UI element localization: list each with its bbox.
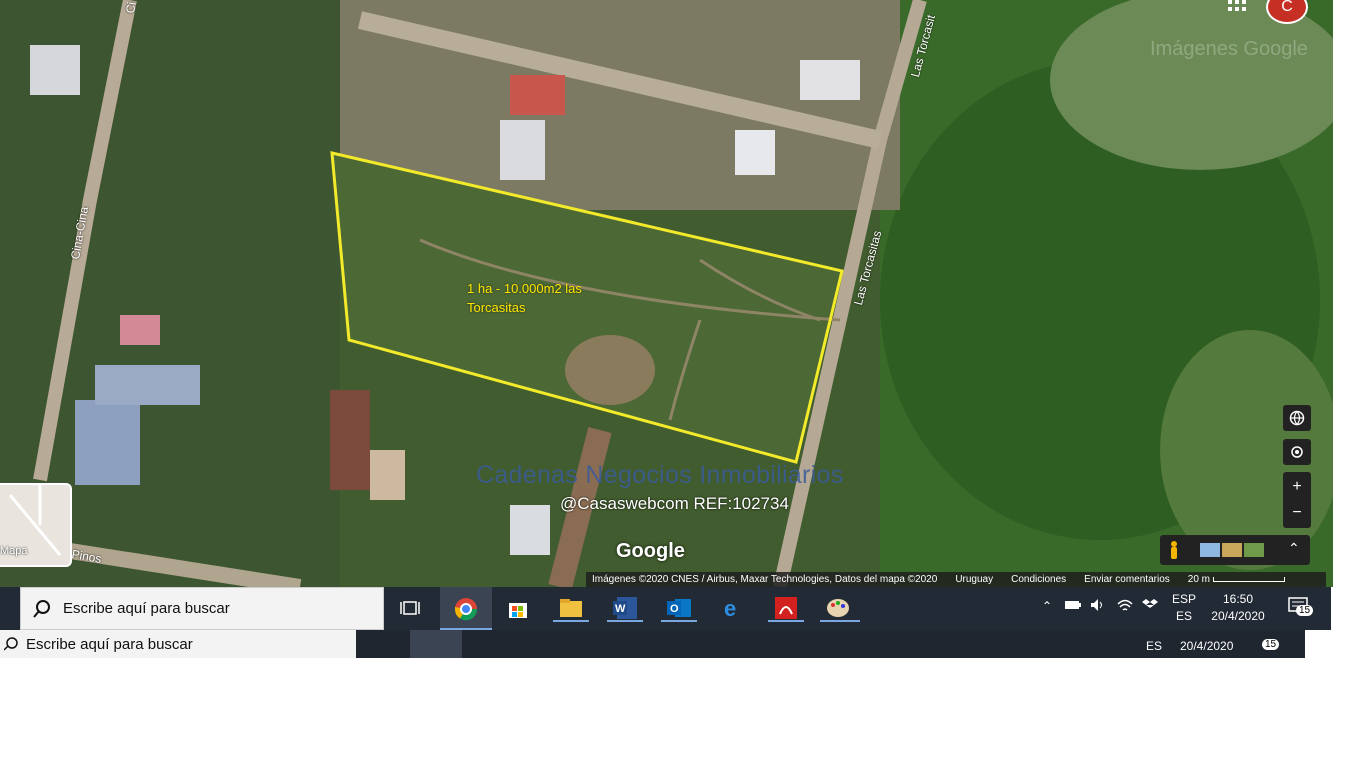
active-indicator: [820, 620, 860, 622]
start-area[interactable]: [0, 587, 20, 630]
svg-text:O: O: [670, 603, 679, 615]
chrome-icon[interactable]: [440, 587, 492, 630]
pegman-icon[interactable]: [1168, 540, 1180, 560]
ghost-date: 20/4/2020: [1180, 639, 1234, 653]
watermark-ref: @Casaswebcom REF:102734: [560, 494, 789, 513]
paint-icon[interactable]: [820, 594, 860, 622]
battery-icon[interactable]: [1064, 599, 1082, 614]
satellite-map[interactable]: Imágenes Google Ci Cina-Cina Las Torcasi…: [0, 0, 1333, 587]
zoom-out-button[interactable]: −: [1292, 500, 1301, 526]
ghost-search-icon: [4, 637, 18, 651]
photo-thumb[interactable]: [1222, 543, 1242, 557]
ghost-search-placeholder: Escribe aquí para buscar: [26, 635, 193, 653]
active-indicator: [768, 620, 804, 622]
ghost-search: Escribe aquí para buscar: [0, 630, 356, 658]
map-layer-toggle[interactable]: Mapa: [0, 483, 72, 567]
ghost-lang: ES: [1146, 639, 1163, 653]
svg-text:W: W: [615, 603, 626, 615]
scale-bar: 20 m: [1188, 572, 1285, 587]
watermark-company: Cadenas Negocios Inmobiliarios: [476, 461, 844, 489]
search-placeholder: Escribe aquí para buscar: [63, 600, 230, 617]
ghost-watermark: Imágenes Google: [1150, 38, 1308, 60]
ghost-notifications-icon: 15: [1262, 636, 1280, 650]
active-indicator: [607, 620, 643, 622]
word-icon[interactable]: W: [607, 594, 643, 622]
volume-icon[interactable]: [1090, 598, 1106, 615]
task-view-icon[interactable]: [392, 594, 428, 622]
active-indicator: [553, 620, 589, 622]
feedback-link[interactable]: Enviar comentarios: [1084, 572, 1170, 587]
file-explorer-icon[interactable]: [553, 594, 589, 622]
store-icon[interactable]: [500, 594, 536, 622]
globe-icon[interactable]: [1283, 405, 1311, 431]
window-edge: [1333, 0, 1366, 587]
zoom-in-button[interactable]: +: [1292, 474, 1301, 500]
ghost-chrome-tab: [410, 630, 462, 658]
street-label-top-left: Ci: [123, 0, 139, 15]
wifi-icon[interactable]: [1117, 598, 1133, 615]
terms-link[interactable]: Condiciones: [1011, 572, 1066, 587]
active-indicator: [661, 620, 697, 622]
lang-bottom: ES: [1176, 609, 1193, 623]
clock[interactable]: 16:50 20/4/2020: [1208, 591, 1268, 625]
edge-icon[interactable]: e: [715, 594, 751, 622]
search-icon: [33, 599, 50, 618]
outlook-icon[interactable]: O: [661, 594, 697, 622]
chevron-up-icon[interactable]: ⌃: [1288, 540, 1300, 557]
plot-label: 1 ha - 10.000m2 las Torcasitas: [467, 279, 582, 317]
svg-text:e: e: [724, 597, 736, 619]
scale-line: [1212, 576, 1285, 582]
map-layer-label: Mapa: [0, 545, 28, 557]
notification-count: 15: [1296, 605, 1314, 616]
clock-date: 20/4/2020: [1211, 609, 1265, 623]
ghost-taskbar: Escribe aquí para buscar ES 20/4/2020 15: [0, 630, 1305, 658]
windows-taskbar: Escribe aquí para buscar W O e ⌃ ESP ES …: [0, 587, 1331, 630]
notifications-icon[interactable]: 15: [1288, 597, 1314, 620]
bottom-tools: ⌃: [1160, 535, 1310, 565]
language-indicator[interactable]: ESP ES: [1172, 591, 1196, 625]
ghost-notification-count: 15: [1262, 639, 1280, 650]
photo-thumb[interactable]: [1200, 543, 1220, 557]
imagery-credit: Imágenes ©2020 CNES / Airbus, Maxar Tech…: [592, 574, 938, 585]
plot-label-line2: Torcasitas: [467, 300, 526, 315]
map-attribution: Imágenes ©2020 CNES / Airbus, Maxar Tech…: [586, 572, 1326, 587]
plot-label-line1: 1 ha - 10.000m2 las: [467, 281, 582, 296]
taskbar-search[interactable]: Escribe aquí para buscar: [20, 587, 384, 630]
lang-top: ESP: [1172, 592, 1197, 606]
acrobat-icon[interactable]: [768, 594, 804, 622]
apps-grid-icon[interactable]: [1228, 0, 1248, 14]
chevron-up-tray-icon[interactable]: ⌃: [1042, 599, 1052, 613]
photo-strip[interactable]: [1200, 543, 1264, 557]
scale-label: 20 m: [1187, 574, 1210, 585]
dropbox-icon[interactable]: [1142, 598, 1158, 615]
google-logo: Google: [616, 540, 685, 562]
country-link[interactable]: Uruguay: [955, 572, 993, 587]
clock-time: 16:50: [1222, 592, 1254, 606]
photo-thumb[interactable]: [1244, 543, 1264, 557]
my-location-icon[interactable]: [1283, 439, 1311, 465]
zoom-controls: + −: [1283, 472, 1311, 528]
